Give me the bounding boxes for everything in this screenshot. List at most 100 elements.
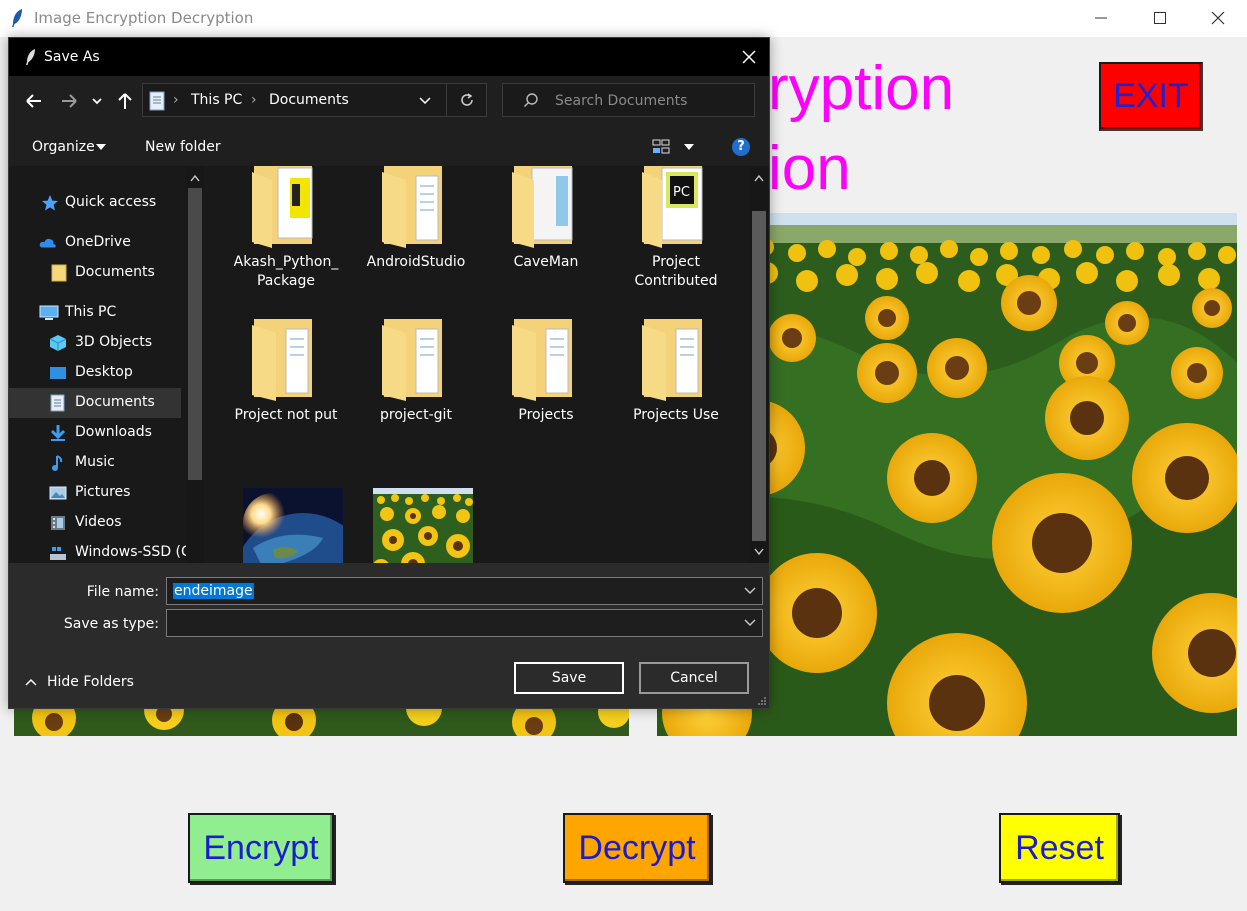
exit-button[interactable]: EXIT	[1099, 62, 1203, 131]
breadcrumb-separator-icon: ›	[251, 92, 257, 108]
scroll-up-icon[interactable]	[190, 174, 200, 182]
file-list-scrollbar[interactable]	[750, 166, 768, 563]
nav-item-onedrive-documents[interactable]: Documents	[9, 258, 181, 288]
file-list-scroll-thumb[interactable]	[752, 211, 766, 541]
save-as-type-select[interactable]	[166, 609, 763, 637]
feather-icon	[12, 9, 22, 27]
dialog-title-bar: Save As	[9, 38, 769, 76]
encrypt-button[interactable]: Encrypt	[188, 813, 334, 883]
chevron-down-icon[interactable]	[744, 587, 756, 595]
music-icon	[52, 455, 63, 471]
nav-item-label: Documents	[75, 394, 155, 410]
hide-folders-label: Hide Folders	[47, 674, 134, 690]
chevron-down-icon[interactable]	[744, 619, 756, 627]
save-as-type-label: Save as type:	[63, 616, 159, 632]
chevron-up-icon	[25, 678, 37, 686]
folder-icon	[51, 264, 67, 282]
drive-icon	[50, 547, 66, 560]
up-arrow-icon[interactable]	[115, 91, 135, 111]
app-heading-line-2: ion	[768, 134, 851, 203]
file-item-name: CaveMan	[513, 254, 579, 270]
cancel-button[interactable]: Cancel	[639, 662, 749, 694]
maximize-button[interactable]	[1131, 0, 1189, 37]
nav-pane-scroll-thumb[interactable]	[188, 188, 202, 480]
nav-item-onedrive[interactable]: OneDrive	[9, 228, 181, 258]
address-bar[interactable]: › This PC › Documents	[142, 83, 487, 117]
nav-pane-scrollbar[interactable]	[186, 166, 204, 563]
file-item-name: Projects Use	[633, 407, 719, 423]
nav-item-downloads[interactable]: Downloads	[9, 418, 181, 448]
main-title-bar: Image Encryption Decryption	[0, 0, 1247, 37]
file-name-value: endeimage	[173, 583, 254, 599]
save-as-dialog: Save As › This PC › Documents Organize	[8, 37, 770, 709]
breadcrumb-this-pc[interactable]: This PC	[191, 92, 242, 108]
forward-arrow-icon[interactable]	[59, 91, 79, 111]
nav-item-quick-access[interactable]: Quick access	[9, 188, 181, 218]
help-icon[interactable]: ?	[732, 138, 750, 156]
search-box[interactable]	[502, 83, 755, 117]
document-location-icon	[149, 91, 165, 111]
address-dropdown-icon[interactable]	[419, 96, 431, 106]
nav-item-videos[interactable]: Videos	[9, 508, 181, 538]
resize-grip-icon[interactable]	[757, 696, 767, 706]
folder-icon	[512, 166, 573, 248]
breadcrumb-documents[interactable]: Documents	[269, 92, 349, 108]
file-item-name: Package	[256, 273, 316, 289]
file-item-name: AndroidStudio	[366, 254, 466, 270]
nav-item-windows-ssd[interactable]: Windows-SSD (C	[9, 538, 191, 563]
refresh-icon[interactable]	[459, 92, 475, 108]
scroll-up-icon[interactable]	[754, 174, 764, 182]
search-input[interactable]	[553, 90, 747, 112]
view-dropdown-icon[interactable]	[684, 144, 694, 150]
command-bar: Organize New folder ?	[9, 128, 769, 166]
nav-item-label: OneDrive	[65, 234, 131, 250]
recent-locations-chevron-icon[interactable]	[91, 91, 103, 111]
nav-item-documents[interactable]: Documents	[9, 388, 181, 418]
nav-item-label: 3D Objects	[75, 334, 153, 350]
back-arrow-icon[interactable]	[24, 91, 44, 111]
svg-text:PC: PC	[673, 185, 690, 200]
minimize-button[interactable]	[1072, 0, 1130, 37]
organize-button[interactable]: Organize	[32, 139, 95, 155]
folder-icon	[252, 166, 313, 248]
nav-item-this-pc[interactable]: This PC	[9, 298, 181, 328]
nav-item-label: Documents	[75, 264, 155, 280]
nav-item-desktop[interactable]: Desktop	[9, 358, 181, 388]
folder-icon	[512, 319, 572, 401]
flower-image-thumbnail	[373, 488, 473, 563]
new-folder-button[interactable]: New folder	[145, 139, 221, 155]
app-heading-line-1: ryption	[768, 54, 955, 123]
folder-icon	[642, 319, 702, 401]
videos-icon	[51, 516, 65, 530]
folder-icon	[252, 319, 312, 401]
nav-item-3d-objects[interactable]: 3D Objects	[9, 328, 181, 358]
view-options-icon[interactable]	[652, 138, 672, 156]
close-button[interactable]	[1189, 0, 1247, 37]
organize-dropdown-icon[interactable]	[96, 144, 106, 150]
file-item-name: Contributed	[634, 273, 718, 289]
cube-icon	[49, 335, 67, 351]
nav-item-label: Music	[75, 454, 115, 470]
file-item-name: Project	[652, 254, 700, 270]
dialog-close-icon[interactable]	[741, 49, 757, 65]
folder-icon	[382, 166, 442, 248]
file-name-input[interactable]: endeimage	[166, 577, 763, 605]
scroll-down-icon[interactable]	[754, 548, 764, 556]
file-list: Akash_Python_ Package AndroidStudio Cave…	[212, 166, 749, 563]
file-item-name: project-git	[380, 407, 452, 423]
pictures-icon	[49, 486, 67, 500]
save-button[interactable]: Save	[514, 662, 624, 694]
close-icon	[1211, 12, 1225, 25]
nav-item-music[interactable]: Music	[9, 448, 181, 478]
nav-item-label: Pictures	[75, 484, 131, 500]
document-icon	[50, 394, 65, 412]
feather-icon	[26, 49, 35, 65]
navigation-pane: Quick access OneDrive Documents This PC …	[9, 166, 209, 563]
search-icon	[524, 93, 538, 107]
nav-item-pictures[interactable]: Pictures	[9, 478, 181, 508]
nav-item-label: Downloads	[75, 424, 152, 440]
decrypt-button[interactable]: Decrypt	[563, 813, 711, 883]
reset-button[interactable]: Reset	[999, 813, 1120, 883]
nav-item-label: Desktop	[75, 364, 133, 380]
earth-image-thumbnail	[243, 488, 343, 563]
